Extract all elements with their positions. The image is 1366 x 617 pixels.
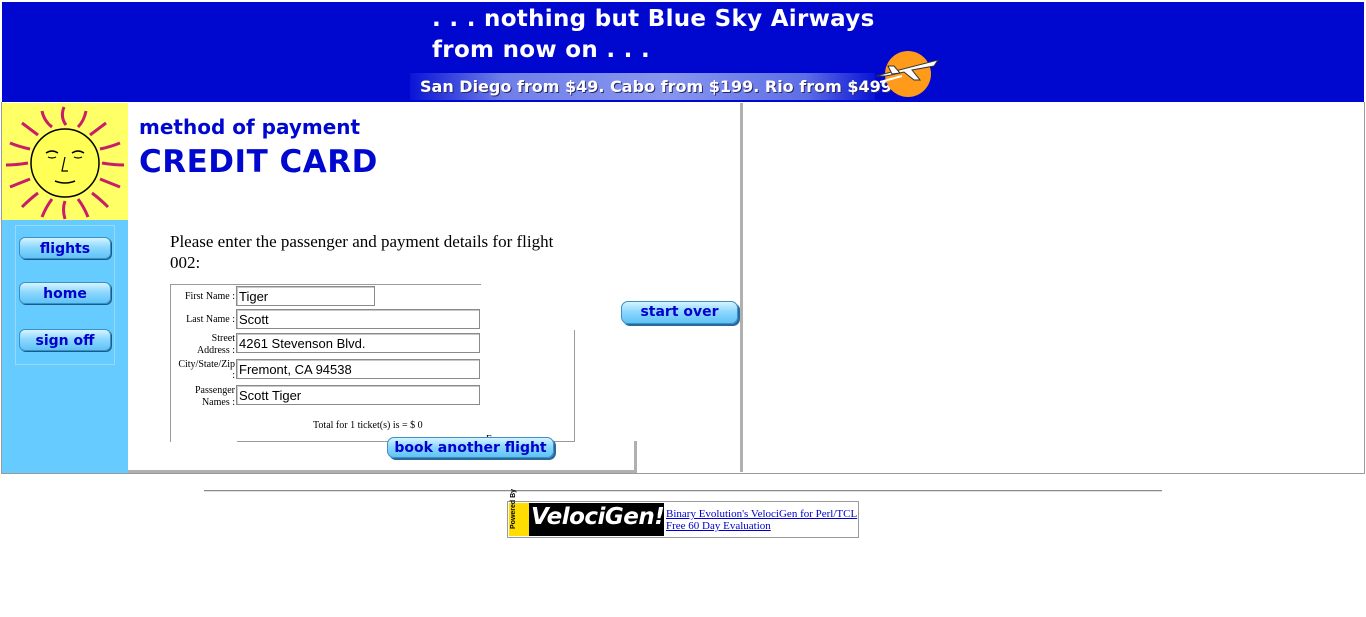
city-label-line2: : [232, 370, 235, 381]
street-label-line1: Street [211, 333, 235, 344]
passenger-names-field[interactable]: Scott Tiger [236, 385, 480, 405]
passenger-label-line1: Passenger [195, 385, 235, 396]
passenger-label-line2: Names : [201, 397, 235, 408]
velocigen-link[interactable]: Binary Evolution's VelociGen for Perl/TC… [666, 508, 857, 520]
content-border-step [634, 441, 637, 473]
home-button[interactable]: home [19, 282, 111, 304]
intro-text: Please enter the passenger and payment d… [170, 232, 554, 272]
city-state-zip-field[interactable]: Fremont, CA 94538 [236, 359, 480, 379]
footer-divider [204, 490, 1162, 492]
velocigen-logo[interactable]: Powered By VelociGen! [509, 489, 665, 536]
plane-sun-icon [875, 51, 940, 97]
form-border-right [574, 330, 575, 442]
first-name-label: First Name : [185, 291, 235, 302]
promo-text: San Diego from $49. Cabo from $199. Rio … [420, 77, 898, 96]
page-title: CREDIT CARD [139, 144, 378, 180]
page-subtitle: method of payment [139, 115, 361, 139]
velocigen-logo-text: VelociGen! [531, 504, 665, 530]
nav-box: flights home sign off [15, 225, 115, 365]
velocigen-logo-badge: Powered By [509, 489, 529, 536]
ticket-total: Total for 1 ticket(s) is = $ 0 [313, 420, 423, 431]
sidebar: flights home sign off [2, 103, 128, 473]
street-address-field[interactable]: 4261 Stevenson Blvd. [236, 333, 480, 353]
content-border-bottom [128, 470, 636, 473]
book-another-flight-button[interactable]: book another flight [387, 437, 554, 458]
sun-face-icon [5, 106, 125, 220]
top-banner: . . . nothing but Blue Sky Airways from … [2, 2, 1364, 102]
start-over-button[interactable]: start over [621, 301, 738, 324]
sign-off-button[interactable]: sign off [19, 329, 111, 351]
street-label-line2: Address : [196, 345, 235, 356]
flights-button[interactable]: flights [19, 237, 111, 259]
last-name-label: Last Name : [186, 314, 235, 325]
banner-slogan-line1: . . . nothing but Blue Sky Airways [432, 6, 875, 32]
form-border-top [170, 284, 481, 285]
free-evaluation-link[interactable]: Free 60 Day Evaluation [666, 520, 771, 532]
city-label-line1: City/State/Zip [178, 359, 235, 370]
first-name-field[interactable]: Tiger [236, 286, 375, 306]
banner-slogan-line2: from now on . . . [432, 37, 651, 63]
form-border-left [170, 284, 171, 442]
sun-logo-box [2, 103, 128, 220]
velocigen-powered-text: Powered By [510, 488, 517, 529]
last-name-field[interactable]: Scott [236, 309, 480, 329]
